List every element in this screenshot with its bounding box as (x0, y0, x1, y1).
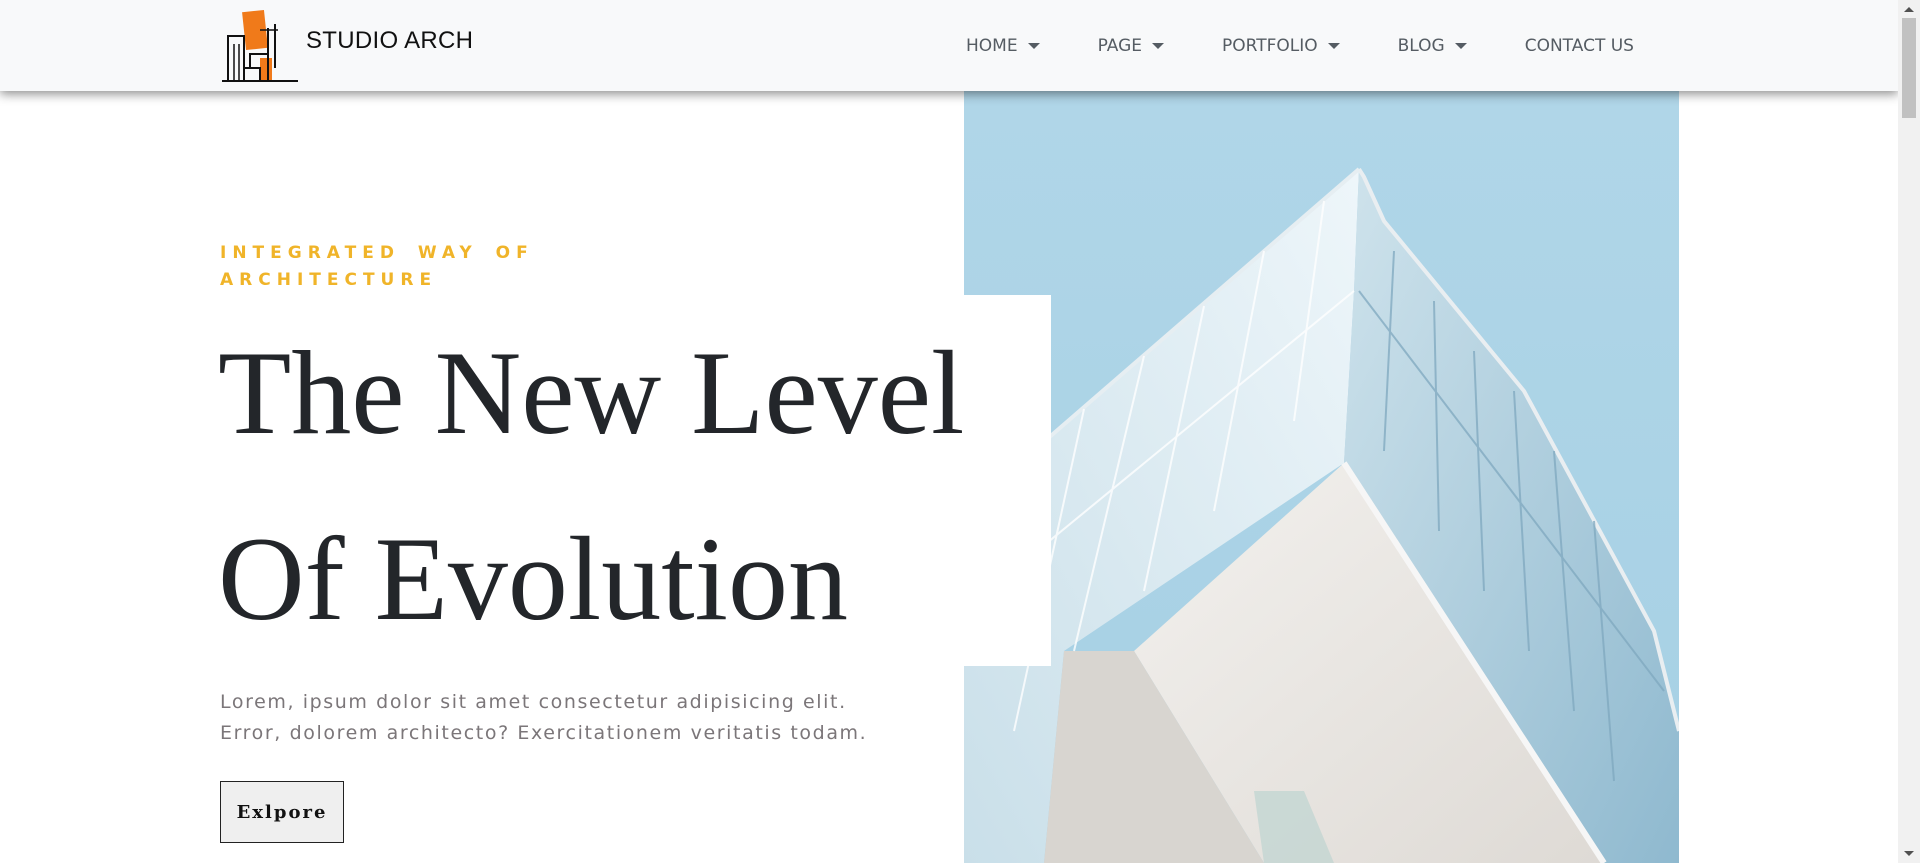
nav-item-portfolio[interactable]: PORTFOLIO (1222, 36, 1340, 56)
nav-item-blog[interactable]: BLOG (1398, 36, 1467, 56)
scroll-thumb[interactable] (1902, 18, 1916, 118)
caret-down-icon (1327, 42, 1340, 49)
nav-menu: HOME PAGE PORTFOLIO BLOG CONTACT US (966, 0, 1634, 91)
page-scrollbar[interactable] (1898, 0, 1920, 863)
nav-item-page-label: PAGE (1097, 35, 1142, 56)
hero-headline-line1: The New Level (218, 326, 965, 459)
scroll-up-arrow-icon[interactable] (1904, 7, 1914, 12)
caret-down-icon (1027, 42, 1040, 49)
brand-name: STUDIO ARCH (306, 26, 474, 54)
nav-item-contact[interactable]: CONTACT US (1525, 36, 1634, 56)
hero-headline: The New Level Of Evolution (218, 300, 1018, 672)
nav-item-blog-label: BLOG (1397, 35, 1445, 56)
nav-item-home-label: HOME (966, 35, 1018, 56)
caret-down-icon (1454, 42, 1467, 49)
nav-item-page[interactable]: PAGE (1098, 36, 1164, 56)
hero-headline-line2: Of Evolution (218, 512, 848, 645)
glass-building-photo (964, 91, 1679, 863)
scroll-down-arrow-icon[interactable] (1904, 851, 1914, 856)
top-navbar: STUDIO ARCH HOME PAGE PORTFOLIO BLOG CON… (0, 0, 1898, 91)
caret-down-icon (1152, 42, 1164, 49)
nav-item-home[interactable]: HOME (966, 36, 1040, 56)
building-logo-icon (222, 9, 298, 82)
nav-item-portfolio-label: PORTFOLIO (1222, 35, 1318, 56)
nav-item-contact-label: CONTACT US (1524, 35, 1634, 56)
hero-eyebrow: INTEGRATED WAY OF ARCHITECTURE (220, 243, 534, 290)
hero-lede: Lorem, ipsum dolor sit amet consectetur … (220, 691, 868, 744)
brand-link[interactable]: STUDIO ARCH (220, 8, 473, 83)
explore-button[interactable]: Exlpore (220, 781, 344, 843)
